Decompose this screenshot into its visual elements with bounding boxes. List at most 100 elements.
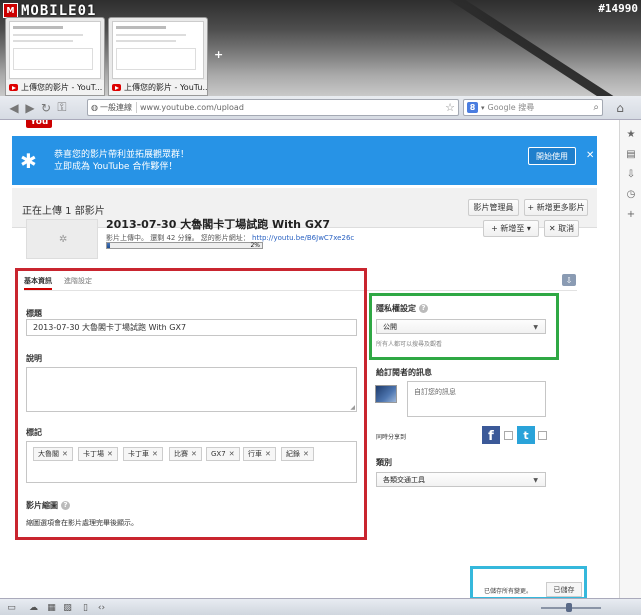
google-icon[interactable]: 8 — [467, 102, 478, 113]
image-icon[interactable]: ▨ — [62, 602, 73, 613]
subscriber-message-input[interactable]: 自訂您的訊息 — [407, 381, 546, 417]
code-icon[interactable]: ‹› — [96, 602, 107, 613]
youtube-upload-page: You ✱ 恭喜您的影片帶利並拓展觀眾群！ 立即成為 YouTube 合作夥伴！… — [0, 120, 619, 598]
upload-progress-bar: 2% — [106, 242, 263, 249]
tag-chip[interactable]: 卡丁車 ✕ — [123, 447, 163, 461]
save-status: 已儲存所有變更。 — [484, 588, 533, 595]
sync-cloud-icon[interactable]: ☁ — [28, 602, 39, 613]
privacy-select[interactable]: 公開 ▼ — [376, 319, 546, 334]
help-icon[interactable]: ? — [61, 501, 70, 510]
privacy-label: 隱私權設定? — [376, 303, 428, 314]
description-input[interactable]: ◢ — [26, 367, 357, 412]
zoom-slider-handle[interactable] — [566, 603, 572, 612]
page-icon[interactable]: ▯ — [80, 602, 91, 613]
reload-icon[interactable]: ↻ — [38, 100, 54, 116]
site-identity[interactable]: ◍ 一般連線 — [91, 102, 137, 113]
help-icon[interactable]: ? — [419, 304, 428, 313]
category-label: 類別 — [376, 458, 392, 467]
tag-chip[interactable]: 行車 ✕ — [243, 447, 276, 461]
search-bar[interactable]: 8 ▾ Google 搜尋 ⌕ — [463, 99, 603, 116]
close-icon[interactable]: ✕ — [586, 150, 594, 161]
globe-icon: ◍ — [91, 103, 98, 112]
tab-thumbnail-2[interactable]: 上傳您的影片 - YouTu... — [108, 17, 208, 96]
notes-icon[interactable]: ▤ — [620, 144, 641, 164]
privacy-hint: 所有人都可以搜尋及觀看 — [376, 341, 443, 348]
remove-tag-icon[interactable]: ✕ — [303, 450, 309, 458]
url-text[interactable]: www.youtube.com/upload — [140, 103, 244, 112]
cancel-button[interactable]: ✕ 取消 — [544, 220, 579, 237]
remove-tag-icon[interactable]: ✕ — [229, 450, 235, 458]
bookmark-star-icon[interactable]: ☆ — [445, 101, 458, 114]
saved-button[interactable]: 已儲存 — [546, 582, 582, 597]
remove-tag-icon[interactable]: ✕ — [107, 450, 113, 458]
thumbnail-label: 影片縮圖? — [26, 500, 70, 511]
video-thumbnail: ✲ — [26, 219, 98, 259]
share-export-icon[interactable]: ⇩ — [562, 274, 576, 286]
add-more-videos-button[interactable]: + 新增更多影片 — [524, 199, 588, 216]
tab-overview-area: M MOBILE01 #14990 上傳您的影片 - YouT... 上傳您的影… — [0, 0, 641, 96]
loading-spinner-icon: ✲ — [59, 234, 68, 245]
back-icon[interactable]: ◀ — [6, 100, 22, 116]
panel-toggle-icon[interactable]: ▭ — [6, 602, 17, 613]
search-placeholder: Google 搜尋 — [487, 103, 535, 112]
search-dropdown-icon[interactable]: ▾ — [481, 104, 485, 112]
tag-chip[interactable]: GX7 ✕ — [206, 447, 240, 461]
video-title: 2013-07-30 大魯閣卡丁場試跑 With GX7 — [106, 218, 331, 231]
new-tab-plus-icon[interactable]: + — [214, 48, 223, 61]
star-icon: ✱ — [20, 149, 37, 173]
tag-chip[interactable]: 大魯閣 ✕ — [33, 447, 73, 461]
upload-progress-fill — [107, 243, 111, 248]
key-icon[interactable]: ⚿ — [54, 100, 70, 116]
tag-chip[interactable]: 比賽 ✕ — [169, 447, 202, 461]
subscriber-message-placeholder: 自訂您的訊息 — [414, 388, 456, 396]
partner-banner: ✱ 恭喜您的影片帶利並拓展觀眾群！ 立即成為 YouTube 合作夥伴！ 開始使… — [12, 136, 597, 185]
address-bar[interactable]: ◍ 一般連線 www.youtube.com/upload ☆ — [87, 99, 459, 116]
mobile01-logo-mark: M — [3, 3, 18, 18]
remove-tag-icon[interactable]: ✕ — [62, 450, 68, 458]
tab-label: 上傳您的影片 - YouTu... — [124, 83, 207, 92]
tab-thumbnail-1[interactable]: 上傳您的影片 - YouT... — [5, 17, 105, 96]
browser-statusbar: ▭ ☁ ▦ ▨ ▯ ‹› — [0, 598, 641, 615]
tag-chip[interactable]: 卡丁場 ✕ — [78, 447, 118, 461]
tab-divider — [24, 290, 577, 291]
youtube-icon — [112, 84, 121, 91]
facebook-checkbox[interactable] — [504, 431, 513, 440]
search-icon[interactable]: ⌕ — [593, 102, 599, 113]
add-to-button[interactable]: + 新增至 ▾ — [483, 220, 539, 237]
remove-tag-icon[interactable]: ✕ — [265, 450, 271, 458]
upload-count-title: 正在上傳 1 部影片 — [22, 206, 105, 217]
youtube-icon — [9, 84, 18, 91]
twitter-checkbox[interactable] — [538, 431, 547, 440]
twitter-icon[interactable]: t — [517, 426, 535, 444]
forward-icon[interactable]: ▶ — [22, 100, 38, 116]
chevron-down-icon: ▼ — [533, 477, 538, 484]
resize-grip-icon[interactable]: ◢ — [350, 404, 355, 411]
title-input[interactable]: 2013-07-30 大魯閣卡丁場試跑 With GX7 — [26, 319, 357, 336]
tags-input[interactable]: 大魯閣 ✕ 卡丁場 ✕ 卡丁車 ✕ 比賽 ✕ GX7 ✕ 行車 ✕ 紀錄 ✕ — [26, 441, 357, 483]
chevron-down-icon: ▼ — [533, 324, 538, 331]
home-icon[interactable]: ⌂ — [612, 100, 628, 116]
remove-tag-icon[interactable]: ✕ — [191, 450, 197, 458]
bookmarks-star-icon[interactable]: ★ — [620, 124, 641, 144]
banner-line-2: 立即成為 YouTube 合作夥伴！ — [54, 162, 178, 172]
remove-tag-icon[interactable]: ✕ — [152, 450, 158, 458]
subscriber-message-label: 給訂閱者的訊息 — [376, 368, 432, 377]
tab-label: 上傳您的影片 - YouT... — [21, 83, 103, 92]
history-icon[interactable]: ◷ — [620, 184, 641, 204]
add-panel-icon[interactable]: + — [620, 204, 641, 224]
downloads-icon[interactable]: ⇩ — [620, 164, 641, 184]
tile-icon[interactable]: ▦ — [46, 602, 57, 613]
video-manager-button[interactable]: 影片管理員 — [468, 199, 519, 216]
tags-label: 標記 — [26, 428, 42, 437]
category-select[interactable]: 各類交通工具 ▼ — [376, 472, 546, 487]
facebook-icon[interactable]: f — [482, 426, 500, 444]
video-url-link[interactable]: http://youtu.be/B6JwC7xe26c — [252, 234, 354, 242]
tab-basic-info[interactable]: 基本資訊 — [24, 276, 52, 290]
tag-chip[interactable]: 紀錄 ✕ — [281, 447, 314, 461]
tab-advanced-settings[interactable]: 進階設定 — [64, 276, 92, 290]
channel-avatar — [375, 385, 397, 403]
browser-content: You ✱ 恭喜您的影片帶利並拓展觀眾群！ 立即成為 YouTube 合作夥伴！… — [0, 120, 641, 598]
youtube-logo[interactable]: You — [26, 120, 53, 128]
description-label: 說明 — [26, 354, 42, 363]
get-started-button[interactable]: 開始使用 — [528, 147, 576, 165]
